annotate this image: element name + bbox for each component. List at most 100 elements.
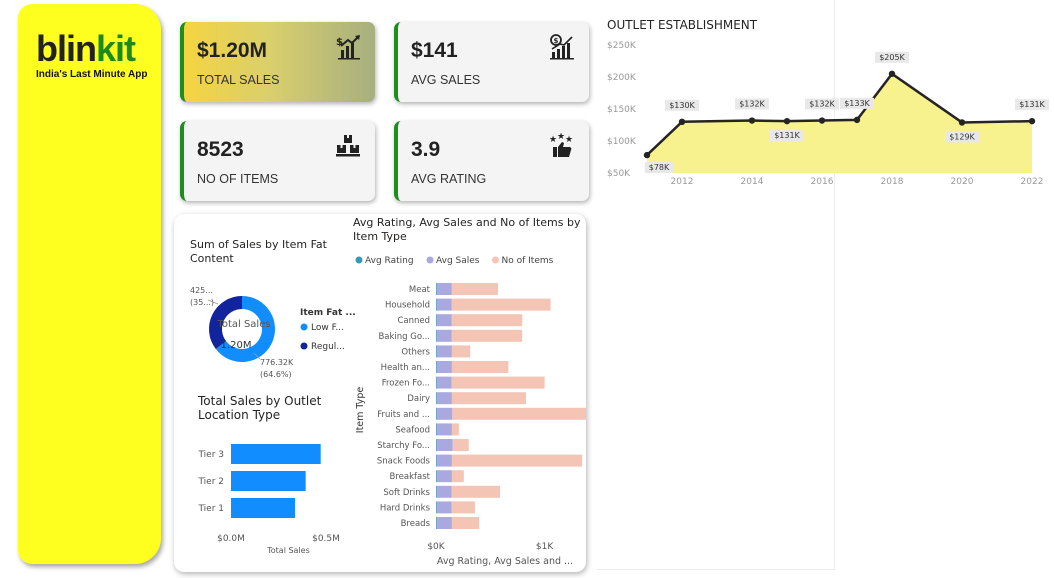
category-label: Fruits and ... <box>377 410 430 420</box>
bar-segment[interactable] <box>451 345 471 358</box>
data-point[interactable] <box>1028 117 1036 125</box>
bar-segment[interactable] <box>436 283 437 295</box>
data-point[interactable] <box>643 151 651 159</box>
bar-segment[interactable] <box>436 314 437 327</box>
legend-item[interactable]: Low F... <box>311 323 344 333</box>
data-point[interactable] <box>678 118 686 126</box>
svg-text:$: $ <box>554 37 559 45</box>
bar-segment[interactable] <box>436 454 452 467</box>
bar-segment[interactable] <box>436 314 452 327</box>
kpi-no-of-items[interactable]: 8523 NO OF ITEMS <box>180 121 375 201</box>
bar-segment[interactable] <box>451 329 523 342</box>
bar-segment[interactable] <box>436 298 452 311</box>
bar-segment[interactable] <box>452 407 586 420</box>
bar[interactable] <box>231 444 321 464</box>
kpi-value: $141 <box>411 39 458 62</box>
bar-segment[interactable] <box>451 501 475 514</box>
data-point[interactable] <box>748 117 756 124</box>
data-point[interactable] <box>783 117 791 125</box>
legend-swatch[interactable] <box>355 256 363 264</box>
bar-segment[interactable] <box>436 376 437 389</box>
data-label: $129K <box>949 132 975 141</box>
bar[interactable] <box>231 471 306 491</box>
kpi-avg-rating[interactable]: 3.9 AVG RATING ★ ★ ★ <box>394 121 589 201</box>
bar-segment[interactable] <box>436 345 452 358</box>
bar-segment[interactable] <box>436 517 437 529</box>
bar-segment[interactable] <box>451 376 545 389</box>
bar-segment[interactable] <box>452 439 469 451</box>
bar-segment[interactable] <box>436 485 452 498</box>
data-point[interactable] <box>853 116 861 124</box>
legend-item[interactable]: Avg Rating <box>365 256 414 266</box>
bar-segment[interactable] <box>436 423 452 436</box>
kpi-total-sales[interactable]: $1.20M TOTAL SALES $ <box>180 22 375 102</box>
money-growth-icon: $ <box>336 35 360 60</box>
kpi-label: NO OF ITEMS <box>197 172 279 186</box>
dashboard: blinkit India's Last Minute App $1.20M T… <box>0 0 1054 578</box>
legend-swatch[interactable] <box>300 323 308 331</box>
x-tick-label: 2022 <box>1021 177 1044 187</box>
data-point[interactable] <box>888 70 896 77</box>
data-point[interactable] <box>958 119 966 126</box>
bar-segment[interactable] <box>451 314 523 327</box>
bar-segment[interactable] <box>451 423 459 436</box>
fat-content-donut-chart[interactable]: Total Sales 1.20M 776.32K (64.6%) 425... (35.… <box>174 280 364 390</box>
donut-center-value: 1.20M <box>221 340 252 351</box>
slice-label: 425... <box>190 286 213 295</box>
category-label: Tier 2 <box>197 477 224 487</box>
bar-segment[interactable] <box>436 485 437 498</box>
kpi-avg-sales[interactable]: $141 AVG SALES $ <box>394 22 589 102</box>
category-label: Tier 3 <box>197 450 224 460</box>
item-type-chart-title: Avg Rating, Avg Sales and No of Items by… <box>353 216 581 243</box>
bar-segment[interactable] <box>451 454 583 467</box>
bar-segment[interactable] <box>451 392 526 405</box>
bar-segment[interactable] <box>436 392 437 405</box>
bar-segment[interactable] <box>451 517 480 529</box>
legend-swatch[interactable] <box>300 342 308 350</box>
bar-segment[interactable] <box>436 407 437 420</box>
kpi-value: 3.9 <box>411 138 441 161</box>
bar-segment[interactable] <box>451 470 464 483</box>
bar-segment[interactable] <box>436 361 437 373</box>
item-type-bar-chart[interactable]: Avg Rating Avg Sales No of Items Meat Househ… <box>350 250 586 570</box>
bar-segment[interactable] <box>436 501 452 514</box>
category-label: Health an... <box>381 363 430 373</box>
bar-segment[interactable] <box>436 361 452 373</box>
bar-segment[interactable] <box>436 407 453 420</box>
bar-segment[interactable] <box>436 470 452 483</box>
dollar-chart-icon: $ <box>550 34 574 60</box>
bar-segment[interactable] <box>451 485 501 498</box>
legend-swatch[interactable] <box>492 256 499 264</box>
legend-item[interactable]: Avg Sales <box>436 256 480 266</box>
location-bar-chart[interactable]: Tier 3 Tier 2 Tier 1 $0.0M $0.5MTotal Sales <box>174 430 359 560</box>
kpi-value: 8523 <box>197 138 244 161</box>
data-point[interactable] <box>818 117 826 124</box>
bar-segment[interactable] <box>436 298 437 311</box>
fat-content-chart-title: Sum of Sales by Item Fat Content <box>190 238 327 265</box>
bar-segment[interactable] <box>436 345 437 358</box>
bar-segment[interactable] <box>436 329 452 342</box>
bar[interactable] <box>231 498 296 518</box>
legend-item[interactable]: Regul... <box>311 342 345 352</box>
bar-segment[interactable] <box>451 298 551 311</box>
outlet-establishment-chart[interactable]: $250K $200K $150K $100K $50K 2012 2014 2016 2018… <box>597 30 1052 195</box>
bar-segment[interactable] <box>436 470 437 483</box>
bar-segment[interactable] <box>436 283 452 295</box>
bar-segment[interactable] <box>451 361 509 373</box>
bar-segment[interactable] <box>451 283 498 295</box>
svg-text:★: ★ <box>565 135 573 145</box>
legend-item[interactable]: No of Items <box>502 256 554 266</box>
bar-segment[interactable] <box>436 501 437 514</box>
brand-tagline: India's Last Minute App <box>36 69 148 80</box>
bar-segment[interactable] <box>436 392 452 405</box>
bar-segment[interactable] <box>436 454 437 467</box>
bar-segment[interactable] <box>436 423 437 436</box>
bar-segment[interactable] <box>436 439 453 451</box>
bar-segment[interactable] <box>436 439 437 451</box>
legend-swatch[interactable] <box>426 256 434 264</box>
bar-segment[interactable] <box>436 329 437 342</box>
bar-segment[interactable] <box>436 376 452 389</box>
category-label: Tier 1 <box>197 504 224 514</box>
bar-segment[interactable] <box>436 517 452 529</box>
x-axis-label: Avg Rating, Avg Sales and ... <box>437 556 573 567</box>
